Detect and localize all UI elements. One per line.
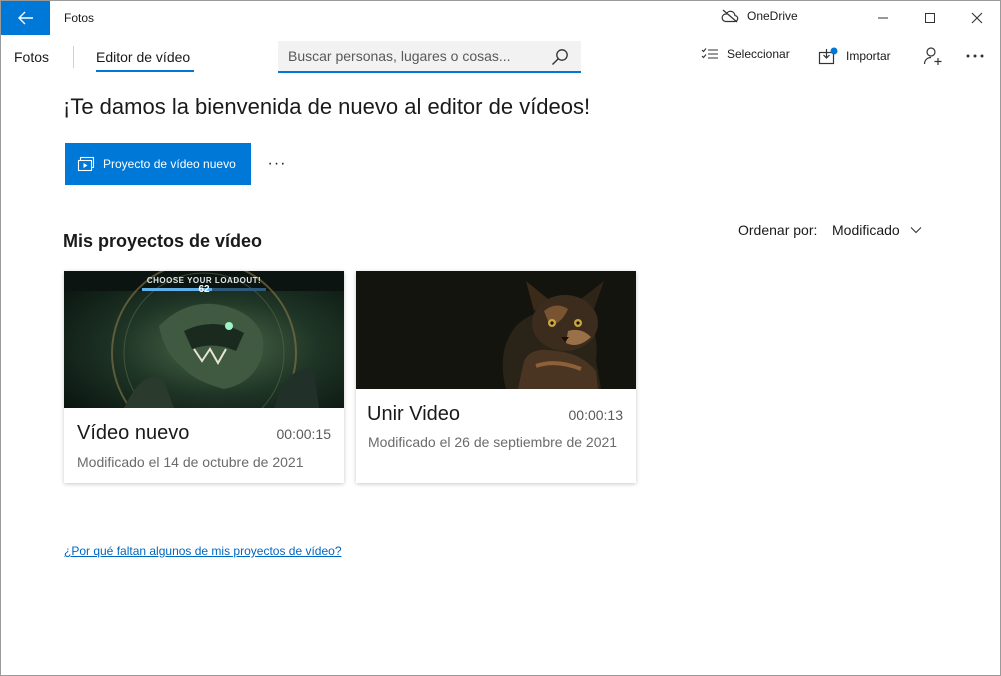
new-project-label: Proyecto de vídeo nuevo: [103, 157, 236, 171]
sort-label: Ordenar por:: [738, 222, 818, 238]
project-modified: Modificado el 14 de octubre de 2021: [77, 454, 304, 470]
search-box: [278, 41, 581, 73]
close-button[interactable]: [953, 1, 1001, 35]
arrow-left-icon: [17, 11, 33, 25]
select-label: Seleccionar: [727, 47, 790, 61]
photos-app-window: Fotos OneDrive Fotos Editor de vídeo Bus…: [0, 0, 1001, 676]
new-video-project-button[interactable]: Proyecto de vídeo nuevo: [65, 143, 251, 185]
cat-thumbnail-image: [356, 271, 636, 389]
close-icon: [971, 12, 983, 24]
missing-projects-help-link[interactable]: ¿Por qué faltan algunos de mis proyectos…: [64, 544, 342, 558]
onedrive-status[interactable]: OneDrive: [721, 9, 798, 23]
people-button[interactable]: [920, 43, 946, 69]
project-card[interactable]: CHOOSE YOUR LOADOUT! 62 Vídeo nuevo 00:0…: [64, 271, 344, 483]
maximize-button[interactable]: [906, 1, 954, 35]
maximize-icon: [925, 13, 935, 23]
sort-value: Modificado: [832, 222, 900, 238]
chevron-down-icon: [910, 227, 922, 234]
search-button[interactable]: [549, 47, 571, 67]
sort-dropdown[interactable]: Modificado: [832, 217, 922, 243]
nav-bar: Fotos Editor de vídeo Seleccionar: [1, 37, 1000, 77]
tab-video-editor[interactable]: Editor de vídeo: [96, 49, 190, 65]
section-title: Mis proyectos de vídeo: [63, 231, 263, 251]
project-card[interactable]: Unir Video 00:00:13 Modificado el 26 de …: [356, 271, 636, 483]
active-tab-indicator: [96, 70, 194, 72]
more-options-button[interactable]: [962, 43, 988, 69]
project-title: Unir Video: [367, 403, 461, 425]
title-bar: Fotos OneDrive: [1, 1, 1000, 35]
search-input[interactable]: [288, 48, 543, 64]
project-modified: Modificado el 26 de septiembre de 2021: [368, 434, 618, 450]
more-icon: [966, 54, 984, 58]
new-project-more-button[interactable]: ···: [263, 151, 291, 177]
video-project-icon: [77, 156, 95, 172]
import-button[interactable]: Importar: [818, 47, 891, 65]
search-icon: [552, 49, 568, 65]
tab-fotos[interactable]: Fotos: [14, 49, 49, 65]
onedrive-label: OneDrive: [747, 9, 798, 23]
page-title: ¡Te damos la bienvenida de nuevo al edit…: [63, 94, 591, 119]
select-button[interactable]: Seleccionar: [701, 47, 790, 61]
thumbnail-counter: 62: [198, 284, 210, 295]
nav-divider: [73, 46, 74, 68]
back-button[interactable]: [1, 1, 50, 35]
import-icon: [818, 47, 838, 65]
cloud-off-icon: [721, 9, 739, 23]
import-label: Importar: [846, 49, 891, 63]
project-duration: 00:00:15: [276, 426, 332, 442]
multi-select-icon: [701, 48, 718, 59]
minimize-icon: [878, 17, 888, 19]
project-thumbnail: CHOOSE YOUR LOADOUT! 62: [64, 271, 344, 408]
project-title: Vídeo nuevo: [77, 422, 190, 444]
minimize-button[interactable]: [859, 1, 907, 35]
app-title: Fotos: [64, 11, 95, 25]
person-add-icon: [923, 47, 942, 65]
project-duration: 00:00:13: [568, 407, 624, 423]
project-thumbnail: [356, 271, 636, 389]
